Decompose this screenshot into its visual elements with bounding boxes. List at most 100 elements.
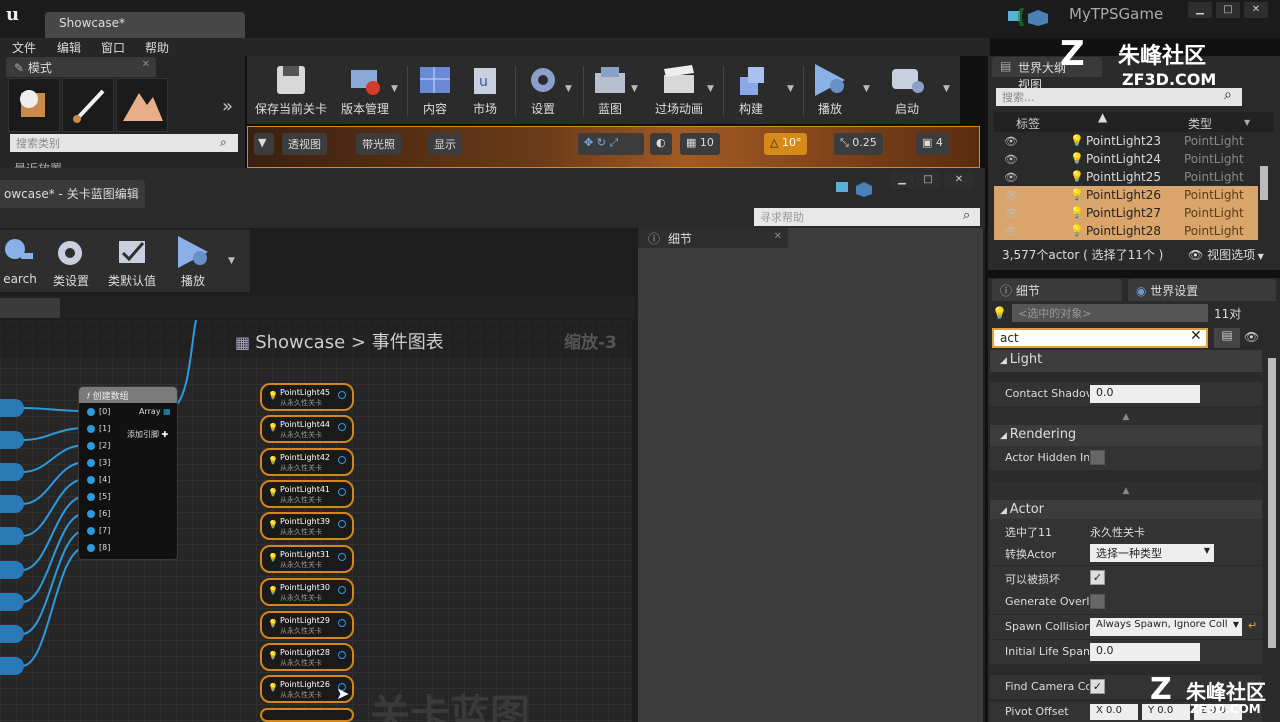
menu-window[interactable]: 窗口: [101, 39, 125, 56]
bp-minimize-button[interactable]: ▁: [890, 172, 914, 188]
point-light-node[interactable]: 💡 PointLight41 从永久性关卡: [260, 480, 354, 508]
generate-overlap-checkbox[interactable]: [1090, 594, 1105, 609]
bp-maximize-button[interactable]: □: [916, 172, 940, 188]
chevron-down-icon[interactable]: ▼: [565, 84, 572, 94]
menu-help[interactable]: 帮助: [145, 39, 169, 56]
menu-file[interactable]: 文件: [12, 39, 36, 56]
point-light-node[interactable]: 💡 PointLight39 从永久性关卡: [260, 512, 354, 540]
surface-snap-icon[interactable]: ◐: [650, 133, 672, 155]
eye-icon[interactable]: 👁: [1244, 330, 1259, 344]
chevron-down-icon[interactable]: ▼: [228, 256, 235, 266]
rotation-snap-button[interactable]: △ 10°: [764, 133, 808, 155]
array-input-pin[interactable]: [2]: [87, 441, 110, 450]
event-graph-tab[interactable]: [0, 298, 60, 318]
output-pin-icon[interactable]: [338, 423, 346, 431]
clear-icon[interactable]: ✕: [1190, 328, 1202, 344]
input-node-stub[interactable]: [0, 399, 24, 417]
lit-button[interactable]: 带光照: [356, 133, 401, 155]
chevron-down-icon[interactable]: ▼: [391, 84, 398, 94]
array-input-pin[interactable]: [3]: [87, 458, 110, 467]
outliner-row[interactable]: 👁 💡 PointLight23 PointLight: [994, 132, 1258, 150]
launch-button[interactable]: 启动: [883, 60, 931, 122]
point-light-node[interactable]: 💡 PointLight45 从永久性关卡: [260, 383, 354, 411]
find-camera-checkbox[interactable]: ✓: [1090, 679, 1105, 694]
array-input-pin[interactable]: [0]: [87, 407, 110, 416]
outliner-row-selected[interactable]: 👁 💡 PointLight28 PointLight: [994, 222, 1258, 240]
array-input-pin[interactable]: [6]: [87, 509, 110, 518]
close-icon[interactable]: ✕: [774, 231, 782, 242]
column-type[interactable]: 类型: [1188, 115, 1212, 132]
class-settings-button[interactable]: 类设置: [48, 232, 94, 294]
details-scrollbar[interactable]: [1268, 358, 1276, 648]
array-input-pin[interactable]: [5]: [87, 492, 110, 501]
minimize-button[interactable]: ▁: [1188, 2, 1212, 18]
column-label[interactable]: 标签: [1016, 115, 1040, 132]
input-node-stub[interactable]: [0, 463, 24, 481]
bp-close-button[interactable]: ✕: [944, 172, 974, 188]
world-settings-tab[interactable]: ◉ 世界设置: [1128, 279, 1276, 301]
actor-hidden-checkbox[interactable]: [1090, 450, 1105, 465]
source-control-button[interactable]: 版本管理: [335, 60, 395, 122]
eye-icon[interactable]: 👁: [1004, 151, 1018, 169]
show-button[interactable]: 显示: [428, 133, 462, 155]
input-node-stub[interactable]: [0, 527, 24, 545]
bp-search-button[interactable]: earch: [0, 232, 40, 294]
spawn-collision-dropdown[interactable]: Always Spawn, Ignore Coll ▼: [1090, 618, 1242, 636]
level-blueprint-tab[interactable]: owcase* - 关卡蓝图编辑: [0, 180, 145, 208]
convert-actor-dropdown[interactable]: 选择一种类型 ▼: [1090, 544, 1214, 562]
input-node-stub[interactable]: [0, 495, 24, 513]
category-light[interactable]: ◢ Light: [990, 350, 1262, 372]
search-class-input[interactable]: 搜索类别: [10, 134, 238, 152]
settings-button[interactable]: 设置: [521, 60, 565, 122]
camera-speed-button[interactable]: ▣ 4: [916, 133, 949, 155]
world-outliner-tab[interactable]: ▤ 世界大纲视图: [992, 57, 1102, 92]
input-node-stub[interactable]: [0, 657, 24, 675]
outliner-row[interactable]: 👁 💡 PointLight25 PointLight: [994, 168, 1258, 186]
array-input-pin[interactable]: [4]: [87, 475, 110, 484]
output-pin-icon[interactable]: [338, 391, 346, 399]
grid-snap-button[interactable]: ▦ 10: [680, 133, 720, 155]
outliner-row-selected[interactable]: 👁 💡 PointLight26 PointLight: [994, 186, 1258, 204]
close-button[interactable]: ✕: [1244, 2, 1268, 18]
maximize-button[interactable]: □: [1216, 2, 1240, 18]
point-light-node[interactable]: 💡 PointLight42 从永久性关卡: [260, 448, 354, 476]
chat-icon[interactable]: [836, 180, 876, 198]
eye-icon[interactable]: 👁: [1004, 205, 1018, 223]
details-tab[interactable]: ⓘ 细节: [992, 279, 1122, 301]
outliner-row-selected[interactable]: 👁 💡 PointLight27 PointLight: [994, 204, 1258, 222]
class-defaults-button[interactable]: 类默认值: [104, 232, 160, 294]
output-pin-icon[interactable]: [338, 520, 346, 528]
bp-play-button[interactable]: 播放: [170, 232, 216, 294]
cinematics-button[interactable]: 过场动画: [647, 60, 711, 122]
close-icon[interactable]: ✕: [142, 59, 150, 70]
chevron-down-icon[interactable]: ▼: [787, 84, 794, 94]
scale-snap-button[interactable]: ⤡ 0.25: [834, 133, 883, 155]
make-array-node[interactable]: 𝑓 创建数组 Array ▦ 添加引脚 ✚ [0] [1] [2] [3] [4…: [78, 386, 178, 560]
point-light-node[interactable]: 💡 PointLight31 从永久性关卡: [260, 545, 354, 573]
play-button[interactable]: 播放: [807, 60, 853, 122]
array-output-pin[interactable]: Array ▦: [139, 407, 171, 416]
point-light-node[interactable]: [260, 708, 354, 722]
input-node-stub[interactable]: [0, 593, 24, 611]
output-pin-icon[interactable]: [338, 651, 346, 659]
array-input-pin[interactable]: [1]: [87, 424, 110, 433]
eye-icon[interactable]: 👁: [1004, 133, 1018, 151]
point-light-node[interactable]: 💡 PointLight30 从永久性关卡: [260, 578, 354, 606]
input-node-stub[interactable]: [0, 431, 24, 449]
blueprints-button[interactable]: 蓝图: [587, 60, 633, 122]
eye-icon[interactable]: 👁: [1004, 187, 1018, 205]
chevron-down-icon[interactable]: ▼: [707, 84, 714, 94]
chevron-right-icon[interactable]: »: [222, 96, 233, 117]
menu-edit[interactable]: 编辑: [57, 39, 81, 56]
advanced-expander-icon[interactable]: ▲: [990, 408, 1262, 426]
document-tab[interactable]: Showcase*: [45, 12, 245, 38]
chevron-down-icon[interactable]: ▼: [863, 84, 870, 94]
level-viewport[interactable]: ▼ 透视图 带光照 显示 ✥ ↻ ⤢ ◐ ▦ 10 △ 10° ⤡ 0.25 ▣…: [247, 126, 980, 168]
output-pin-icon[interactable]: [338, 586, 346, 594]
save-level-button[interactable]: 保存当前关卡: [253, 60, 329, 122]
destructible-checkbox[interactable]: ✓: [1090, 570, 1105, 585]
chat-icon[interactable]: [1008, 8, 1056, 26]
point-light-node[interactable]: 💡 PointLight29 从永久性关卡: [260, 611, 354, 639]
paint-mode-button[interactable]: [62, 78, 114, 132]
place-mode-button[interactable]: [8, 78, 60, 132]
